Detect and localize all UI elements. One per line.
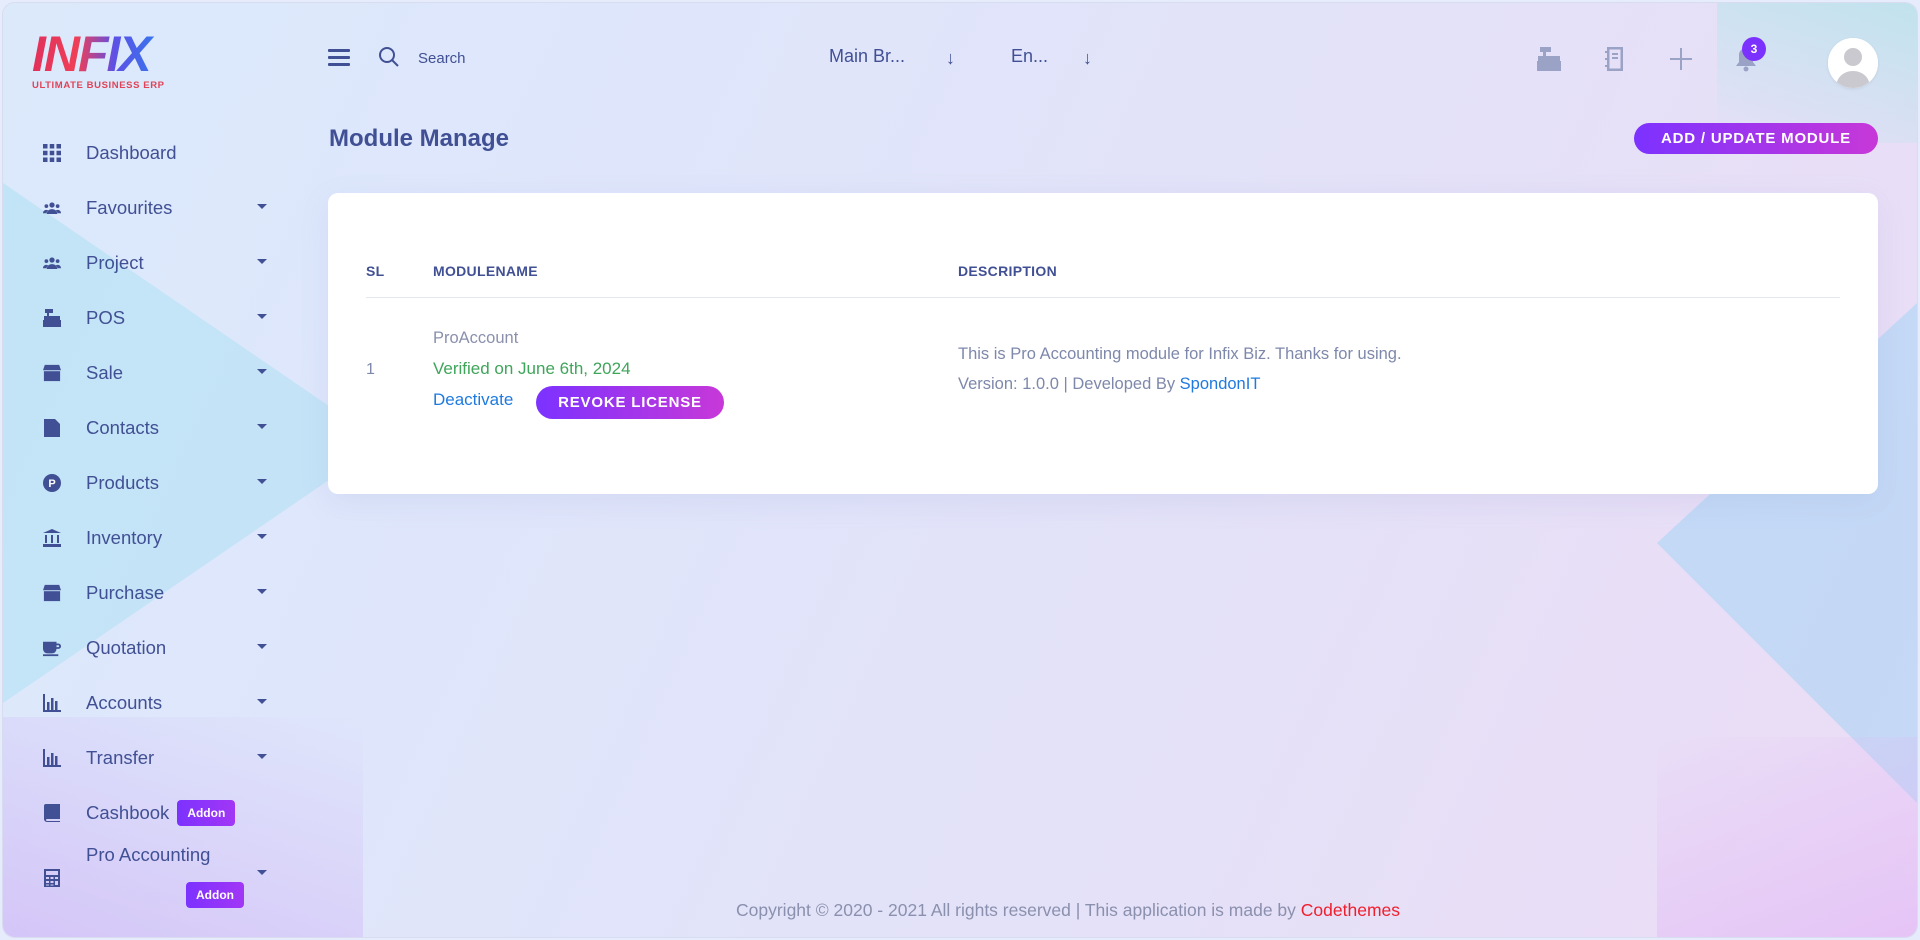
logo-tagline: ULTIMATE BUSINESS ERP (32, 80, 165, 91)
sidebar-item-project[interactable]: Project (40, 235, 280, 290)
sidebar-item-pro-accounting[interactable]: Pro Accounting Addon (40, 840, 280, 920)
arrow-down-icon: ↓ (946, 48, 955, 68)
background-shape (1657, 737, 1917, 937)
module-version: Version: 1.0.0 | Developed By SpondonIT (958, 375, 1260, 394)
avatar[interactable] (1828, 38, 1878, 88)
sidebar-item-label: Sale (86, 361, 124, 383)
logo-text: INFIX (32, 29, 182, 79)
sidebar-item-products[interactable]: P Products (40, 455, 280, 510)
calculator-icon (40, 866, 64, 890)
sidebar-item-label: Pro Accounting (86, 844, 211, 865)
caret-down-icon (257, 479, 267, 484)
book-icon (40, 801, 64, 825)
caret-down-icon (257, 699, 267, 704)
sidebar-item-favourites[interactable]: Favourites (40, 180, 280, 235)
branch-select[interactable]: Main Br... ↓ (829, 46, 969, 68)
notebook-icon[interactable] (1600, 44, 1630, 74)
coffee-icon (40, 636, 64, 660)
header-divider (366, 297, 1840, 298)
contact-file-icon (40, 416, 64, 440)
revoke-license-button[interactable]: REVOKE LICENSE (536, 386, 724, 419)
sidebar-item-label: Dashboard (86, 141, 177, 163)
sidebar-item-cashbook[interactable]: Cashbook Addon (40, 785, 280, 840)
store-icon (40, 581, 64, 605)
sidebar-item-label: Purchase (86, 581, 165, 603)
column-header-description: DESCRIPTION (958, 263, 1057, 279)
caret-down-icon (257, 589, 267, 594)
bar-chart-icon (40, 691, 64, 715)
grid-icon (40, 141, 64, 165)
column-header-modulename: MODULENAME (433, 263, 538, 279)
module-name: ProAccount (433, 329, 519, 347)
caret-down-icon (257, 424, 267, 429)
sidebar-item-accounts[interactable]: Accounts (40, 675, 280, 730)
sidebar-item-contacts[interactable]: Contacts (40, 400, 280, 455)
branch-select-value: Main Br... (829, 46, 906, 66)
sidebar-item-pos[interactable]: POS (40, 290, 280, 345)
sidebar-item-label: Inventory (86, 526, 163, 548)
language-select[interactable]: En... ↓ (1011, 46, 1111, 68)
column-header-sl: SL (366, 263, 385, 279)
sidebar-item-sale[interactable]: Sale (40, 345, 280, 400)
users-icon (40, 251, 64, 275)
module-table-card: SL MODULENAME DESCRIPTION 1 ProAccount V… (328, 193, 1878, 494)
sidebar-item-label: Products (86, 471, 160, 493)
users-icon (40, 196, 64, 220)
product-p-icon: P (40, 471, 64, 495)
caret-down-icon (257, 204, 267, 209)
language-select-value: En... (1011, 46, 1049, 66)
sidebar-item-purchase[interactable]: Purchase (40, 565, 280, 620)
sidebar-item-label: Favourites (86, 196, 173, 218)
caret-down-icon (257, 870, 267, 875)
copyright-text: Copyright © 2020 - 2021 All rights reser… (736, 900, 1301, 920)
sidebar-item-label: Project (86, 251, 144, 273)
sidebar-item-quotation[interactable]: Quotation (40, 620, 280, 675)
search-input[interactable] (418, 44, 578, 72)
caret-down-icon (257, 534, 267, 539)
sidebar-item-label: Contacts (86, 416, 160, 438)
cash-register-icon (40, 306, 64, 330)
store-icon (40, 361, 64, 385)
sidebar-item-label: Cashbook (86, 801, 170, 823)
caret-down-icon (257, 369, 267, 374)
notification-count-badge: 3 (1742, 37, 1766, 61)
version-text: Version: 1.0.0 | Developed By (958, 375, 1180, 393)
menu-toggle-icon[interactable] (328, 49, 350, 67)
sidebar-item-label: Quotation (86, 636, 167, 658)
page-title: Module Manage (329, 125, 510, 152)
sidebar-item-label: Transfer (86, 746, 155, 768)
developer-link[interactable]: SpondonIT (1180, 375, 1261, 393)
add-update-module-button[interactable]: ADD / UPDATE MODULE (1634, 123, 1878, 154)
sidebar-item-dashboard[interactable]: Dashboard (40, 125, 280, 180)
deactivate-link[interactable]: Deactivate (433, 390, 513, 410)
caret-down-icon (257, 754, 267, 759)
brand-logo[interactable]: INFIX ULTIMATE BUSINESS ERP (32, 29, 182, 98)
top-bar: Main Br... ↓ En... ↓ 3 (328, 37, 1880, 88)
sidebar-item-transfer[interactable]: Transfer (40, 730, 280, 785)
footer: Copyright © 2020 - 2021 All rights reser… (736, 900, 1400, 921)
plus-icon[interactable] (1666, 44, 1696, 74)
sidebar-item-inventory[interactable]: Inventory (40, 510, 280, 565)
row-serial: 1 (366, 361, 375, 378)
caret-down-icon (257, 259, 267, 264)
bar-chart-icon (40, 746, 64, 770)
verification-status: Verified on June 6th, 2024 (433, 359, 631, 378)
module-description: This is Pro Accounting module for Infix … (958, 345, 1402, 363)
arrow-down-icon: ↓ (1083, 48, 1092, 68)
sidebar-item-label: POS (86, 306, 126, 328)
bank-icon (40, 526, 64, 550)
addon-badge: Addon (186, 882, 244, 908)
caret-down-icon (257, 644, 267, 649)
footer-author-link[interactable]: Codethemes (1301, 900, 1400, 920)
caret-down-icon (257, 314, 267, 319)
sidebar-item-label: Accounts (86, 691, 163, 713)
svg-text:P: P (48, 478, 55, 490)
cash-register-icon[interactable] (1534, 44, 1564, 74)
search-icon[interactable] (378, 46, 400, 68)
sidebar: Dashboard Favourites Project POS Sale Co… (40, 125, 280, 920)
addon-badge: Addon (177, 799, 236, 826)
